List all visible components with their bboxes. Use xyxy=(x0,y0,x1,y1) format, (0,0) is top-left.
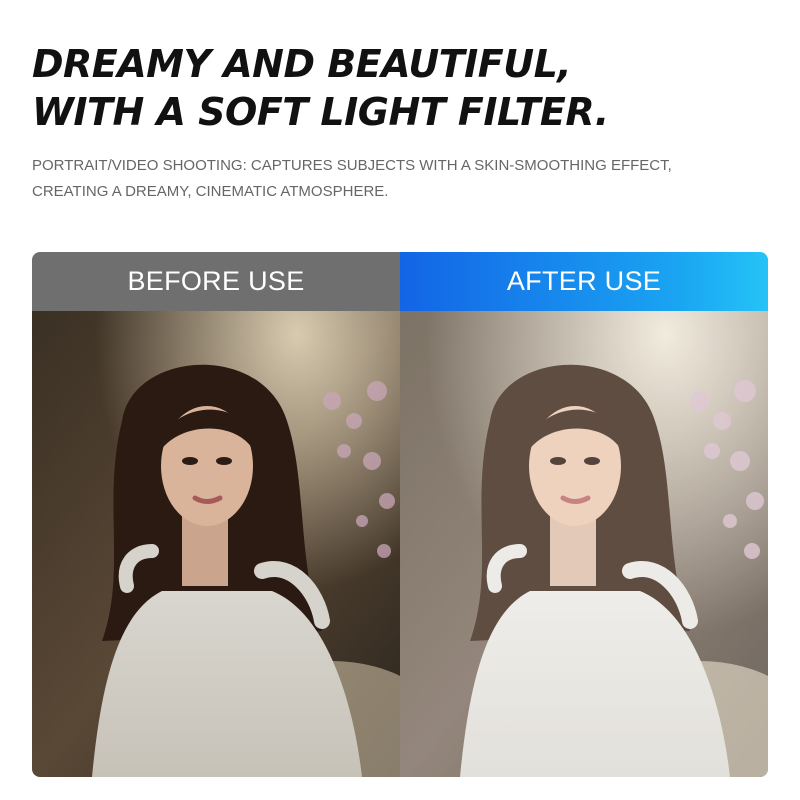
before-panel: BEFORE USE xyxy=(32,252,400,777)
description-line-2: CREATING A DREAMY, CINEMATIC ATMOSPHERE. xyxy=(32,183,389,200)
after-panel: AFTER USE xyxy=(400,252,768,777)
description-line-1: PORTRAIT/VIDEO SHOOTING: CAPTURES SUBJEC… xyxy=(32,157,672,174)
description: PORTRAIT/VIDEO SHOOTING: CAPTURES SUBJEC… xyxy=(32,153,672,205)
before-label: BEFORE USE xyxy=(32,252,400,311)
after-label: AFTER USE xyxy=(400,252,768,311)
headline-line-2: WITH A SOFT LIGHT FILTER. xyxy=(32,90,609,134)
before-photo xyxy=(32,311,400,777)
after-photo xyxy=(400,311,768,777)
headline-line-1: DREAMY AND BEAUTIFUL, xyxy=(32,42,572,86)
headline: DREAMY AND BEAUTIFUL, WITH A SOFT LIGHT … xyxy=(32,40,609,136)
